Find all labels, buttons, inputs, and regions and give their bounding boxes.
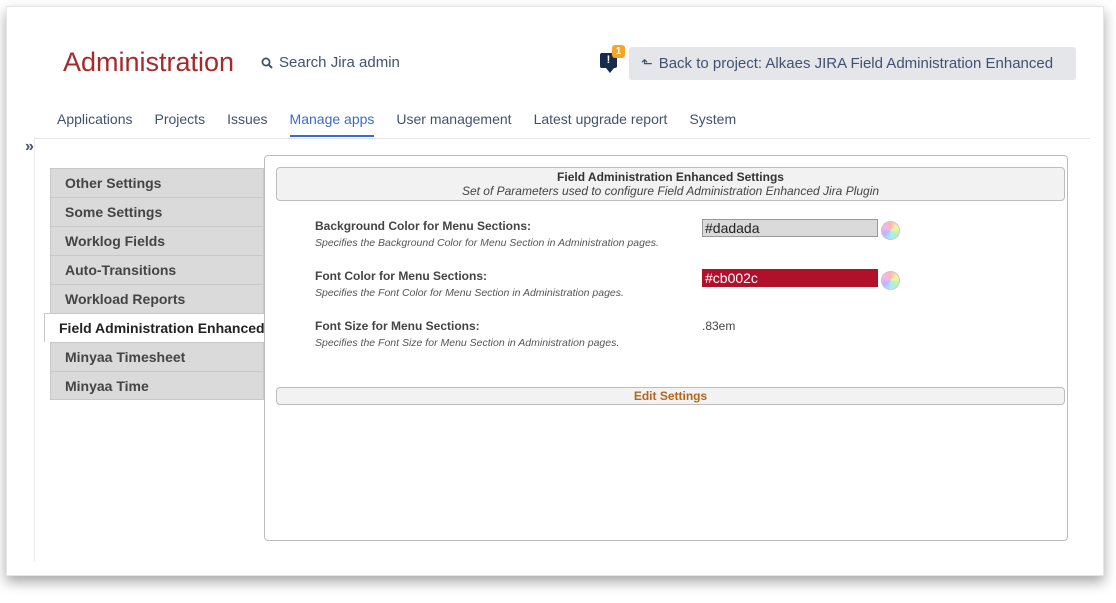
page-title: Administration [63,47,235,77]
font-color-label: Font Color for Menu Sections: [315,269,487,283]
tabs-divider [34,138,1090,139]
settings-sidebar: Other Settings Some Settings Worklog Fie… [44,168,265,400]
font-color-setting: Font Color for Menu Sections: Specifies … [315,269,624,299]
sidebar-item-field-administration-enhanced[interactable]: Field Administration Enhanced [44,313,265,342]
sidebar-item-workload-reports[interactable]: Workload Reports [50,284,264,313]
tab-issues[interactable]: Issues [227,111,267,137]
expand-sidebar-icon[interactable]: » [25,138,34,156]
settings-panel-title: Field Administration Enhanced Settings [557,170,784,184]
settings-panel-header: Field Administration Enhanced Settings S… [276,167,1065,201]
sidebar-item-other-settings[interactable]: Other Settings [50,168,264,197]
bg-color-setting: Background Color for Menu Sections: Spec… [315,219,659,249]
font-size-setting: Font Size for Menu Sections: Specifies t… [315,319,619,349]
font-color-picker-icon[interactable] [881,271,900,290]
bg-color-picker-icon[interactable] [881,221,900,240]
tab-user-management[interactable]: User management [396,111,511,137]
back-to-project-label: Back to project: Alkaes JIRA Field Admin… [658,55,1054,72]
sidebar-item-minyaa-timesheet[interactable]: Minyaa Timesheet [50,342,264,371]
back-to-project-button[interactable]: ⬑ Back to project: Alkaes JIRA Field Adm… [629,47,1076,80]
font-size-value: .83em [702,319,736,333]
font-color-description: Specifies the Font Color for Menu Sectio… [315,287,624,299]
tab-applications[interactable]: Applications [57,111,133,137]
tab-latest-upgrade-report[interactable]: Latest upgrade report [534,111,668,137]
bg-color-field[interactable]: #dadada [702,219,878,237]
edit-settings-button[interactable]: Edit Settings [276,387,1065,405]
settings-panel-subtitle: Set of Parameters used to configure Fiel… [461,184,880,198]
font-size-label: Font Size for Menu Sections: [315,319,480,333]
sidebar-item-some-settings[interactable]: Some Settings [50,197,264,226]
bg-color-label: Background Color for Menu Sections: [315,219,532,233]
left-divider [34,137,35,561]
notifications-button[interactable]: ! 1 [600,45,625,73]
tab-projects[interactable]: Projects [155,111,206,137]
search-icon [261,57,273,69]
bg-color-description: Specifies the Background Color for Menu … [315,237,659,249]
font-color-field[interactable]: #cb002c [702,269,878,287]
font-size-description: Specifies the Font Size for Menu Section… [315,337,620,349]
back-arrow-icon: ⬑ [641,55,653,71]
tab-system[interactable]: System [689,111,736,137]
admin-nav-tabs: Applications Projects Issues Manage apps… [57,111,758,137]
notification-count-badge: 1 [612,45,625,58]
sidebar-item-minyaa-time[interactable]: Minyaa Time [50,371,264,400]
sidebar-item-worklog-fields[interactable]: Worklog Fields [50,226,264,255]
sidebar-item-auto-transitions[interactable]: Auto-Transitions [50,255,264,284]
settings-panel: Field Administration Enhanced Settings S… [264,155,1068,541]
search-label: Search Jira admin [279,54,400,71]
search-jira-admin[interactable]: Search Jira admin [261,54,400,71]
tab-manage-apps[interactable]: Manage apps [289,111,375,137]
